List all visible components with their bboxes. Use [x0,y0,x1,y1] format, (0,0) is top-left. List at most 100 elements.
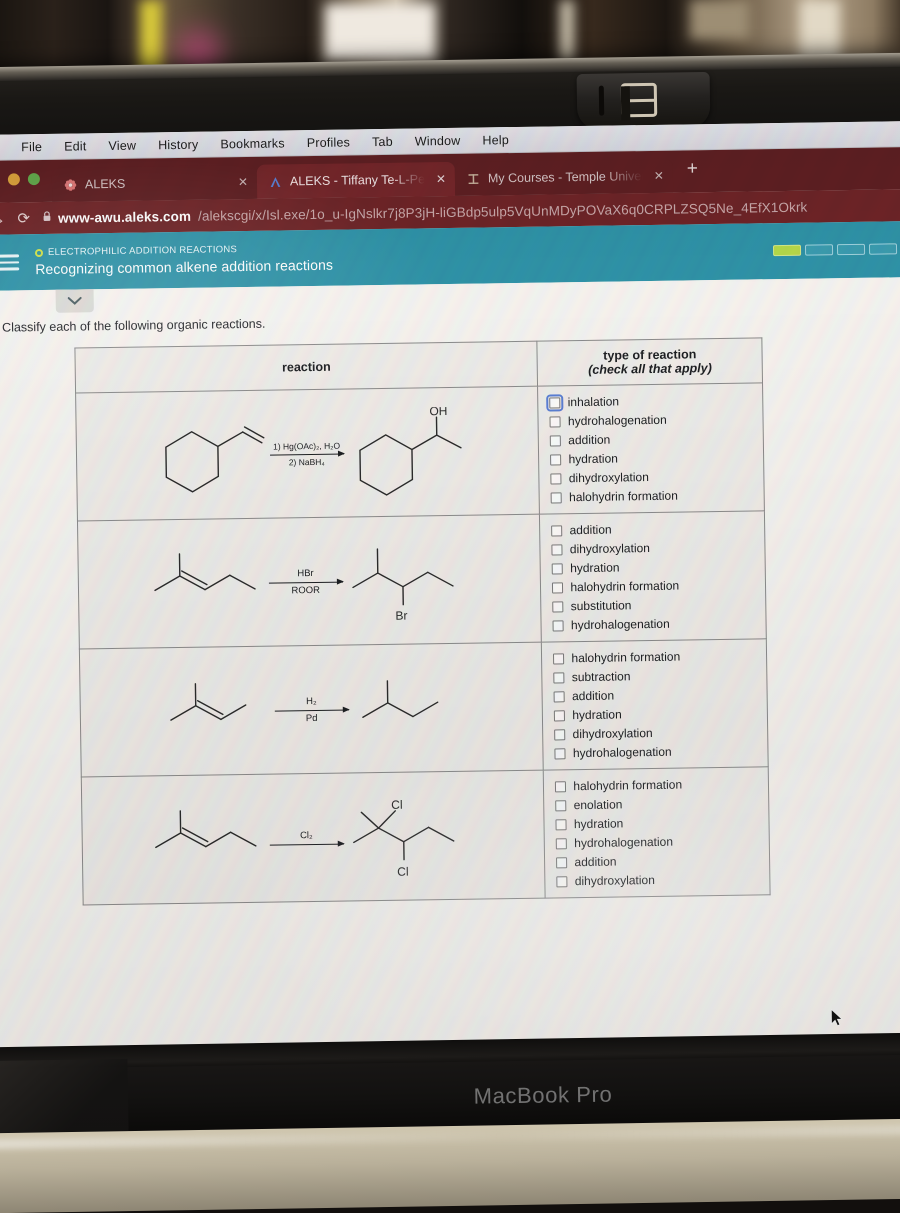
zoom-window-button[interactable] [27,173,40,186]
browser-tab-aleks[interactable]: ALEKS ✕ [51,164,258,202]
checkbox[interactable] [550,472,562,484]
option-row[interactable]: halohydrin formation [552,577,757,594]
product-label-cl-top: Cl [391,797,403,811]
checkbox[interactable] [553,652,565,664]
topic-status-icon [34,248,44,257]
menu-item-file[interactable]: File [21,139,42,153]
menu-item-tab[interactable]: Tab [372,134,393,148]
checkbox[interactable] [549,415,562,427]
option-row[interactable]: hydration [554,705,759,722]
option-row[interactable]: addition [550,430,755,447]
option-row[interactable]: inhalation [546,392,755,412]
minimize-window-button[interactable] [7,173,20,186]
option-row[interactable]: halohydrin formation [555,776,760,793]
checkbox[interactable] [553,671,565,683]
option-row[interactable]: substitution [552,596,758,613]
bg-frame-2 [560,0,574,62]
checkbox[interactable] [551,524,563,536]
reaction-scheme-2: HBr ROOR Br [79,526,540,637]
checkbox[interactable] [552,619,565,631]
option-row[interactable]: hydrohalogenation [549,411,755,428]
checkbox[interactable] [554,747,566,759]
option-row[interactable]: hydration [555,814,761,832]
checkbox[interactable] [556,856,568,868]
option-row[interactable]: addition [556,852,761,869]
table-row: 1) Hg(OAc)₂, H₂O 2) NaBH₄ OH inhalation … [75,382,765,522]
option-label: hydrohalogenation [572,744,672,761]
checkbox[interactable] [554,709,566,721]
browser-tab-label: ALEKS [84,176,126,192]
checkbox[interactable] [551,491,563,503]
checkbox[interactable] [554,728,566,740]
close-icon[interactable]: ✕ [650,169,664,183]
option-row[interactable]: addition [553,686,759,703]
checkbox[interactable] [556,837,568,849]
checkbox[interactable] [551,543,563,555]
temple-t-icon [466,171,481,186]
checkbox[interactable] [555,818,568,830]
menu-item-window[interactable]: Window [415,133,461,148]
menu-item-profiles[interactable]: Profiles [307,135,350,150]
reaction-arrow-icon [268,581,343,584]
option-row[interactable]: hydrohalogenation [552,615,758,632]
checkbox[interactable] [552,562,564,574]
option-row[interactable]: addition [551,520,756,537]
checkbox[interactable] [550,453,562,465]
option-row[interactable]: halohydrin formation [553,648,758,665]
menu-item-bookmarks[interactable]: Bookmarks [220,136,285,151]
forward-arrow-icon[interactable]: → [0,210,6,227]
checkbox[interactable] [550,434,562,446]
reaction-cell-4: Cl₂ Cl Cl [81,770,546,905]
checkbox[interactable] [555,799,567,811]
option-label: halohydrin formation [568,488,678,505]
close-icon[interactable]: ✕ [234,175,248,189]
product-structure-2: Br [346,537,473,625]
question-content-area: Classify each of the following organic r… [0,277,900,1053]
hamburger-icon[interactable] [0,251,20,275]
option-row[interactable]: hydration [552,558,757,575]
reaction-cell-2: HBr ROOR Br [77,514,542,649]
laptop-screen: me File Edit View History Bookmarks Prof… [0,121,900,1053]
menu-item-help[interactable]: Help [482,133,509,147]
option-label: hydration [573,816,624,832]
checkbox[interactable] [556,875,568,887]
reaction-conditions-1: 1) Hg(OAc)₂, H₂O 2) NaBH₄ [269,441,344,468]
menu-item-edit[interactable]: Edit [64,139,87,153]
option-row[interactable]: hydrohalogenation [556,833,761,850]
checkbox[interactable] [552,600,564,612]
browser-tab-aleks-student[interactable]: ALEKS - Tiffany Te-L-Peng - L ✕ [256,161,456,199]
option-row[interactable]: hydration [550,449,755,466]
option-label: halohydrin formation [573,777,683,794]
option-row[interactable]: dihydroxylation [551,539,757,556]
option-row[interactable]: subtraction [553,667,759,684]
bg-wall-patch [690,0,750,40]
new-tab-button[interactable]: + [673,158,708,185]
product-label-br: Br [395,608,407,622]
option-row[interactable]: dihydroxylation [556,871,762,889]
option-row[interactable]: dihydroxylation [550,468,756,485]
options-cell-4: halohydrin formation enolation hydration… [543,766,771,899]
option-label: dihydroxylation [574,872,655,889]
menu-item-history[interactable]: History [158,137,199,152]
checkbox[interactable] [546,393,564,412]
option-row[interactable]: hydrohalogenation [554,743,760,761]
reaction-cell-1: 1) Hg(OAc)₂, H₂O 2) NaBH₄ OH [75,386,540,522]
browser-tab-temple-courses[interactable]: My Courses - Temple Universi ✕ [454,158,674,196]
close-icon[interactable]: ✕ [432,172,446,186]
bg-frame-1 [325,4,435,64]
table-row: HBr ROOR Br addition dihydroxylation hyd… [77,510,767,649]
reaction-conditions-4: Cl₂ [269,830,344,848]
option-row[interactable]: halohydrin formation [551,487,756,504]
checkbox[interactable] [552,581,564,593]
lock-icon [42,211,51,225]
checkbox[interactable] [553,690,566,702]
option-row[interactable]: enolation [555,795,761,812]
chevron-down-icon[interactable] [55,289,94,313]
option-row[interactable]: dihydroxylation [554,724,760,741]
reagent-line-1: H₂ [306,696,317,708]
reload-icon[interactable]: ⟳ [17,209,30,227]
menu-item-view[interactable]: View [108,138,136,152]
checkbox[interactable] [555,780,567,792]
reaction-arrow-icon [274,709,349,712]
url-path: /alekscgi/x/Isl.exe/1o_u-IgNslkr7j8P3jH-… [197,199,808,224]
